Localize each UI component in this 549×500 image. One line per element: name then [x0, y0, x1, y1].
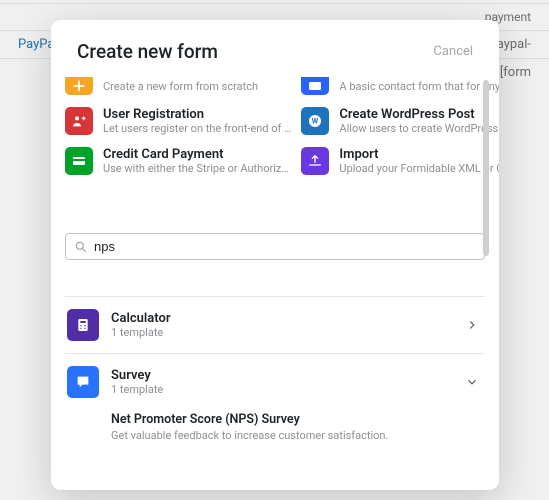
wordpress-icon: W [301, 107, 329, 135]
template-wordpress-post[interactable]: W Create WordPress Post Allow users to c… [301, 107, 499, 135]
chevron-right-icon [465, 318, 479, 332]
category-list: Calculator 1 template Survey 1 template [61, 296, 489, 456]
search-icon [74, 240, 88, 254]
create-form-modal: Create new form Cancel Create a new form… [51, 20, 499, 490]
mail-icon [301, 77, 329, 95]
modal-title: Create new form [77, 40, 218, 63]
category-toggle-calculator[interactable]: Calculator 1 template [65, 297, 485, 353]
template-credit-card[interactable]: Credit Card Payment Use with either the … [65, 147, 291, 175]
template-title: Create WordPress Post [339, 107, 499, 122]
credit-card-icon [65, 147, 93, 175]
search-box[interactable] [65, 233, 485, 260]
category-calculator: Calculator 1 template [65, 296, 485, 353]
cancel-button[interactable]: Cancel [433, 44, 473, 59]
scrollbar[interactable] [483, 80, 489, 256]
template-title: Credit Card Payment [103, 147, 289, 162]
template-desc: Upload your Formidable XML or CSV … [339, 162, 499, 175]
category-title: Survey [111, 368, 453, 383]
template-import[interactable]: Import Upload your Formidable XML or CSV… [301, 147, 499, 175]
modal-body: Create a new form from scratch A basic c… [51, 77, 499, 490]
template-blank[interactable]: Create a new form from scratch [65, 77, 291, 95]
category-toggle-survey[interactable]: Survey 1 template [65, 354, 485, 410]
upload-icon [301, 147, 329, 175]
calculator-icon [67, 309, 99, 341]
user-plus-icon [65, 107, 93, 135]
chat-icon [67, 366, 99, 398]
category-sub: 1 template [111, 326, 453, 339]
plus-icon [65, 77, 93, 95]
svg-text:W: W [312, 117, 319, 126]
chevron-down-icon [465, 375, 479, 389]
template-desc: A basic contact form that for any Wor… [339, 80, 499, 93]
template-desc: Use with either the Stripe or Authoriz… [103, 162, 289, 175]
template-title: Import [339, 147, 499, 162]
bg-form-hint: [form [500, 65, 531, 80]
category-survey: Survey 1 template Net Promoter Score (NP… [65, 353, 485, 456]
nps-sub: Get valuable feedback to increase custom… [111, 429, 479, 442]
template-desc: Let users register on the front-end of … [103, 122, 291, 135]
template-desc: Create a new form from scratch [103, 80, 258, 93]
template-user-registration[interactable]: User Registration Let users register on … [65, 107, 291, 135]
category-title: Calculator [111, 311, 453, 326]
nps-title: Net Promoter Score (NPS) Survey [111, 412, 479, 427]
template-contact[interactable]: A basic contact form that for any Wor… [301, 77, 499, 95]
template-desc: Allow users to create WordPress post… [339, 122, 499, 135]
category-sub: 1 template [111, 383, 453, 396]
template-nps[interactable]: Net Promoter Score (NPS) Survey Get valu… [65, 410, 485, 456]
templates-grid: Create a new form from scratch A basic c… [61, 77, 489, 175]
template-title: User Registration [103, 107, 291, 122]
search-input[interactable] [94, 239, 476, 254]
